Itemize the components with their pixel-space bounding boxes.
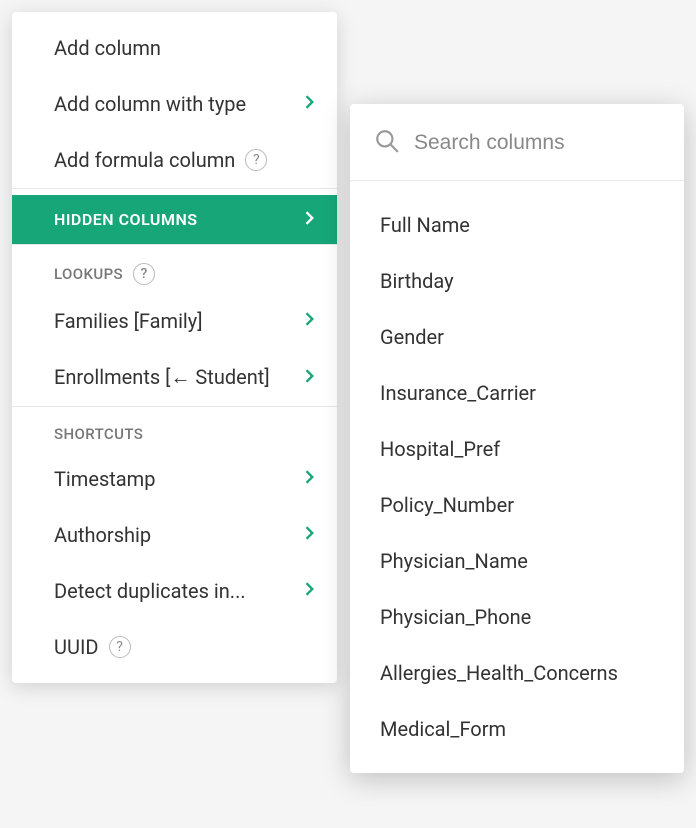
lookups-header: LOOKUPS ?	[12, 245, 337, 293]
column-item[interactable]: Birthday	[350, 253, 684, 309]
add-column-with-type-label: Add column with type	[54, 92, 246, 116]
chevron-right-icon	[305, 369, 315, 387]
chevron-right-icon	[305, 211, 315, 229]
menu-item-families[interactable]: Families [Family]	[12, 293, 337, 349]
lookups-label: LOOKUPS	[54, 265, 123, 283]
menu-item-authorship[interactable]: Authorship	[12, 507, 337, 563]
help-icon[interactable]: ?	[133, 263, 155, 285]
chevron-right-icon	[305, 470, 315, 488]
chevron-right-icon	[305, 95, 315, 113]
add-column-label: Add column	[54, 36, 161, 60]
menu-item-uuid[interactable]: UUID ?	[12, 619, 337, 675]
column-item[interactable]: Full Name	[350, 197, 684, 253]
menu-item-enrollments[interactable]: Enrollments [← Student]	[12, 349, 337, 406]
authorship-label: Authorship	[54, 523, 151, 547]
column-item[interactable]: Physician_Phone	[350, 589, 684, 645]
search-row	[350, 104, 684, 181]
column-menu: Add column Add column with type Add form…	[12, 12, 337, 683]
help-icon[interactable]: ?	[245, 149, 267, 171]
menu-item-add-column-with-type[interactable]: Add column with type	[12, 76, 337, 132]
timestamp-label: Timestamp	[54, 467, 155, 491]
column-item[interactable]: Physician_Name	[350, 533, 684, 589]
column-item[interactable]: Medical_Form	[350, 701, 684, 757]
divider	[12, 188, 337, 189]
shortcuts-label: SHORTCUTS	[54, 425, 143, 443]
menu-item-detect-duplicates[interactable]: Detect duplicates in...	[12, 563, 337, 619]
menu-item-add-formula-column[interactable]: Add formula column ?	[12, 132, 337, 188]
shortcuts-header: SHORTCUTS	[12, 407, 337, 451]
detect-duplicates-label: Detect duplicates in...	[54, 579, 246, 603]
column-list: Full Name Birthday Gender Insurance_Carr…	[350, 181, 684, 773]
search-icon	[374, 128, 400, 158]
hidden-columns-header[interactable]: HIDDEN COLUMNS	[12, 195, 337, 244]
column-item[interactable]: Hospital_Pref	[350, 421, 684, 477]
search-input[interactable]	[414, 131, 660, 155]
chevron-right-icon	[305, 582, 315, 600]
uuid-label: UUID	[54, 635, 99, 659]
families-label: Families [Family]	[54, 309, 203, 333]
menu-item-add-column[interactable]: Add column	[12, 20, 337, 76]
column-item[interactable]: Policy_Number	[350, 477, 684, 533]
chevron-right-icon	[305, 312, 315, 330]
add-formula-column-label: Add formula column	[54, 148, 235, 172]
help-icon[interactable]: ?	[109, 636, 131, 658]
chevron-right-icon	[305, 526, 315, 544]
column-item[interactable]: Gender	[350, 309, 684, 365]
enrollments-label: Enrollments [← Student]	[54, 365, 270, 390]
hidden-columns-label: HIDDEN COLUMNS	[54, 210, 198, 229]
hidden-columns-submenu: Full Name Birthday Gender Insurance_Carr…	[350, 104, 684, 773]
column-item[interactable]: Allergies_Health_Concerns	[350, 645, 684, 701]
menu-item-timestamp[interactable]: Timestamp	[12, 451, 337, 507]
column-item[interactable]: Insurance_Carrier	[350, 365, 684, 421]
